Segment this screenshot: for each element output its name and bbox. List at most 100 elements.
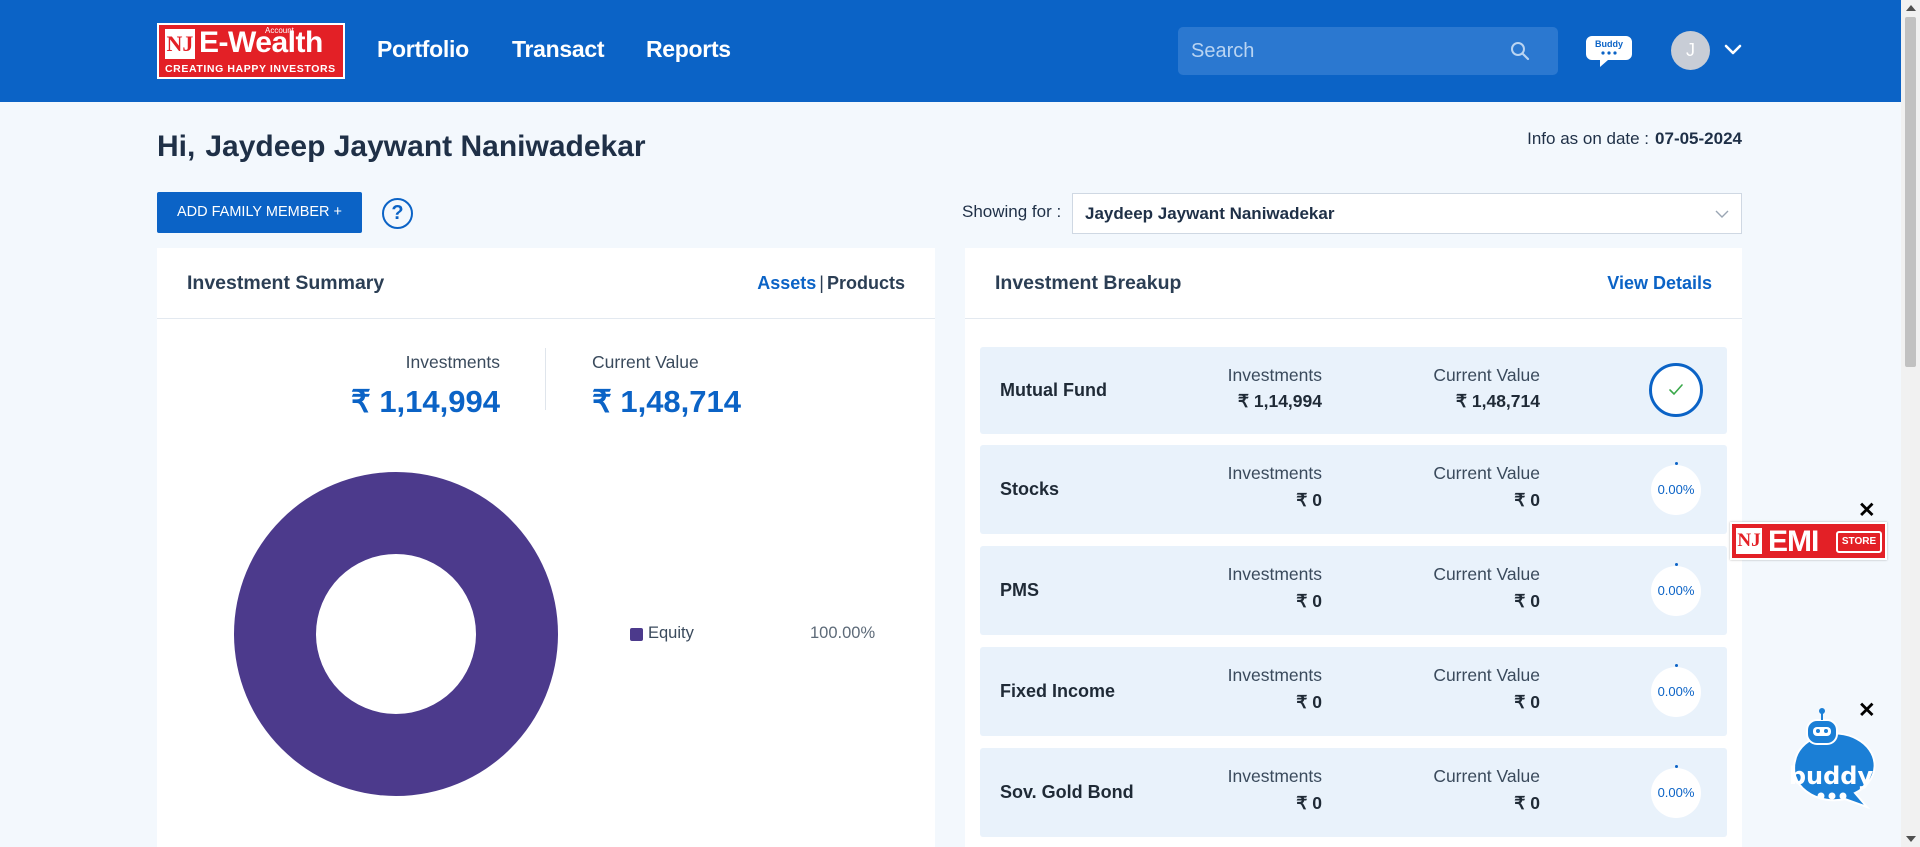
buddy-bot-icon[interactable]: buddy [1785, 706, 1890, 821]
greeting-hi: Hi, [157, 130, 196, 163]
chevron-down-icon[interactable] [1724, 42, 1742, 58]
breakup-investments-value: ₹ 0 [1296, 793, 1322, 813]
chevron-down-icon [1715, 210, 1729, 218]
scrollbar-thumb[interactable] [1905, 17, 1916, 367]
breakup-investments-value: ₹ 0 [1296, 490, 1322, 510]
progress-tick [1675, 765, 1678, 768]
breakup-investments-value: ₹ 0 [1296, 591, 1322, 611]
breakup-current-label: Current Value [1433, 665, 1540, 685]
buddy-chat-icon[interactable]: Buddy [1586, 32, 1632, 68]
breakup-current-value: ₹ 0 [1514, 591, 1540, 611]
breakup-current-label: Current Value [1433, 564, 1540, 584]
breakup-row-fixed-income[interactable]: Fixed Income Investments ₹ 0 Current Val… [980, 647, 1727, 736]
scroll-up-arrow-icon[interactable] [1906, 5, 1916, 11]
allocation-percent-badge: 0.00% [1651, 664, 1701, 717]
progress-tick [1675, 563, 1678, 566]
breakup-row-pms[interactable]: PMS Investments ₹ 0 Current Value ₹ 0 0.… [980, 546, 1727, 635]
donut-slice-equity[interactable] [234, 472, 558, 796]
tab-separator: | [819, 273, 824, 293]
logo-brand-text: E-Wealth [199, 26, 323, 59]
top-navbar: NJ E-Wealth Account CREATING HAPPY INVES… [0, 0, 1901, 102]
breakup-current-value: ₹ 0 [1514, 692, 1540, 712]
emi-text: EMI [1768, 525, 1819, 558]
logo-tagline: CREATING HAPPY INVESTORS [165, 63, 336, 75]
allocation-percent: 0.00% [1657, 583, 1695, 598]
summary-header: Investment Summary Assets | Products [157, 248, 935, 319]
summary-title: Investment Summary [187, 272, 385, 294]
search-icon[interactable] [1510, 41, 1530, 61]
nav-reports[interactable]: Reports [646, 36, 731, 63]
breakup-current-label: Current Value [1433, 463, 1540, 483]
breakup-investments-label: Investments [1227, 665, 1322, 685]
breakup-current-value: ₹ 0 [1514, 490, 1540, 510]
breakup-title: Investment Breakup [995, 272, 1182, 294]
investment-breakup-card: Investment Breakup View Details Mutual F… [965, 248, 1742, 847]
emi-store-close-button[interactable]: ✕ [1858, 498, 1876, 523]
buddy-bot-label: buddy [1789, 762, 1874, 790]
info-as-on-date: Info as on date : 07-05-2024 [1527, 129, 1742, 149]
info-date-label: Info as on date : [1527, 129, 1650, 148]
logo-superscript: Account [265, 26, 294, 35]
investments-value: ₹ 1,14,994 [350, 384, 500, 419]
equity-donut-chart[interactable] [234, 472, 558, 796]
legend-equity-label: Equity [648, 624, 694, 642]
breakup-row-sov-gold-bond[interactable]: Sov. Gold Bond Investments ₹ 0 Current V… [980, 748, 1727, 837]
view-details-link[interactable]: View Details [1607, 273, 1712, 294]
breakup-row-name: Mutual Fund [1000, 380, 1107, 400]
emi-store-banner[interactable]: NJ EMI STORE [1730, 522, 1887, 560]
breakup-investments-value: ₹ 0 [1296, 692, 1322, 712]
allocation-percent: 0.00% [1657, 785, 1695, 800]
breakup-row-stocks[interactable]: Stocks Investments ₹ 0 Current Value ₹ 0… [980, 445, 1727, 534]
member-select[interactable]: Jaydeep Jaywant Naniwadekar [1072, 193, 1742, 234]
assets-tab[interactable]: Assets [757, 273, 816, 293]
products-tab[interactable]: Products [827, 273, 905, 293]
summary-divider [545, 348, 546, 410]
allocation-percent-badge: 0.00% [1651, 563, 1701, 616]
current-value-label: Current Value [592, 352, 699, 372]
view-details-label: View Details [1607, 273, 1712, 293]
avatar[interactable]: J [1671, 31, 1710, 70]
breakup-investments-value: ₹ 1,14,994 [1237, 391, 1322, 411]
ewealth-logo[interactable]: NJ E-Wealth Account CREATING HAPPY INVES… [157, 23, 345, 79]
progress-tick [1675, 462, 1678, 465]
scroll-down-arrow-icon[interactable] [1906, 836, 1916, 842]
breakup-investments-label: Investments [1227, 365, 1322, 385]
allocation-percent: 0.00% [1657, 482, 1695, 497]
breakup-investments-label: Investments [1227, 463, 1322, 483]
nj-monogram: NJ [165, 29, 195, 59]
greeting: Hi, Jaydeep Jaywant Naniwadekar [157, 130, 646, 164]
breakup-investments-label: Investments [1227, 564, 1322, 584]
legend-equity-percent: 100.00% [810, 624, 876, 642]
allocation-percent-badge: 0.00% [1651, 462, 1701, 515]
help-icon[interactable]: ? [382, 198, 413, 229]
search-box [1178, 27, 1558, 75]
nav-portfolio[interactable]: Portfolio [377, 36, 469, 63]
breakup-current-value: ₹ 1,48,714 [1455, 391, 1540, 411]
breakup-current-value: ₹ 0 [1514, 793, 1540, 813]
nav-transact[interactable]: Transact [512, 36, 605, 63]
check-mark-icon [1669, 384, 1683, 396]
allocation-percent-badge: 0.00% [1651, 765, 1701, 818]
summary-view-toggle: Assets | Products [757, 273, 905, 294]
allocation-percent: 0.00% [1657, 684, 1695, 699]
page-scrollbar[interactable] [1901, 0, 1920, 847]
add-family-member-button[interactable]: ADD FAMILY MEMBER + [157, 192, 362, 233]
buddy-top-label: Buddy [1595, 39, 1623, 49]
emi-nj-monogram: NJ [1736, 528, 1762, 554]
check-icon [1649, 363, 1703, 417]
search-input[interactable] [1178, 27, 1508, 75]
greeting-user-name: Jaydeep Jaywant Naniwadekar [205, 130, 646, 163]
breakup-header: Investment Breakup View Details [965, 248, 1742, 319]
info-date-value: 07-05-2024 [1655, 129, 1742, 148]
emi-store-badge: STORE [1836, 531, 1882, 553]
current-value-value: ₹ 1,48,714 [592, 384, 742, 419]
showing-for-label: Showing for : [962, 202, 1062, 221]
breakup-row-name: Fixed Income [1000, 681, 1116, 701]
breakup-investments-label: Investments [1227, 766, 1322, 786]
legend-equity-swatch [630, 628, 643, 641]
investment-summary-card: Investment Summary Assets | Products Inves… [157, 248, 935, 847]
member-select-value: Jaydeep Jaywant Naniwadekar [1085, 204, 1335, 223]
breakup-row-mutual-fund[interactable]: Mutual Fund Investments ₹ 1,14,994 Curre… [980, 347, 1727, 434]
breakup-current-label: Current Value [1433, 766, 1540, 786]
breakup-row-name: Sov. Gold Bond [1000, 782, 1134, 802]
